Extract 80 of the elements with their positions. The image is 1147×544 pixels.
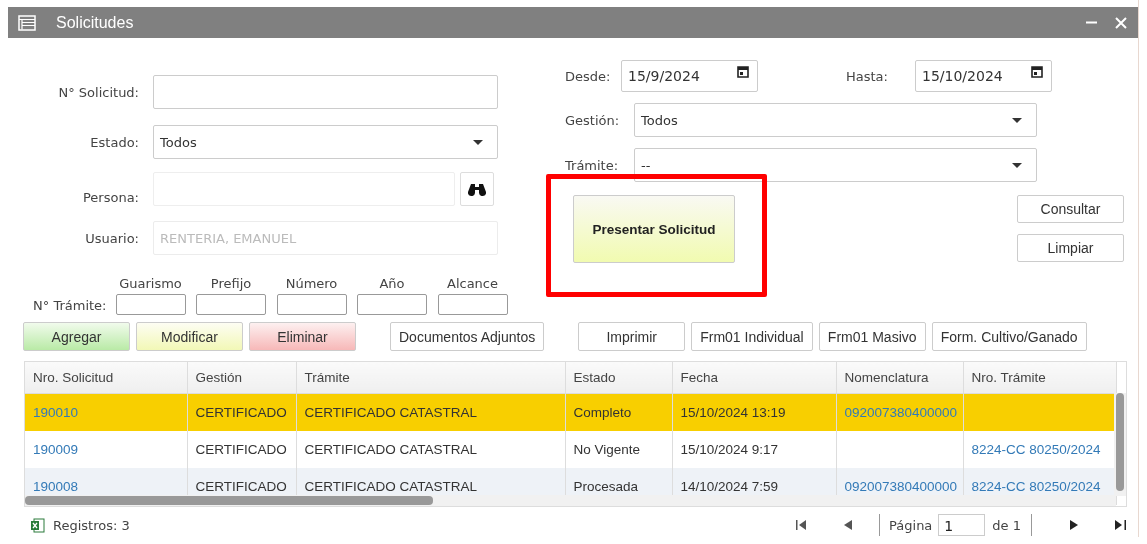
- table-cell: No Vigente: [573, 442, 641, 457]
- table-cell: CERTIFICADO CATASTRAL: [304, 479, 478, 494]
- table-cell: CERTIFICADO CATASTRAL: [304, 442, 478, 457]
- horizontal-scrollbar[interactable]: [25, 495, 1116, 506]
- table-cell: 15/10/2024 9:17: [680, 442, 779, 457]
- field-label: Alcance: [447, 276, 498, 291]
- field-label: Usuario:: [84, 230, 140, 246]
- estado-select[interactable]: Todos: [153, 125, 498, 159]
- vertical-scrollbar[interactable]: [1114, 393, 1126, 496]
- toolbar-button[interactable]: Documentos Adjuntos: [390, 322, 545, 351]
- field-label: Persona:: [81, 190, 140, 206]
- consultar-button[interactable]: Consultar: [1017, 195, 1124, 223]
- toolbar-button[interactable]: Frm01 Individual: [691, 322, 813, 351]
- input-field[interactable]: [437, 294, 508, 315]
- date-field[interactable]: 15/10/2024: [915, 60, 1052, 92]
- field-label: N° Solicitud:: [57, 84, 140, 100]
- field-label: Estado:: [89, 134, 140, 150]
- toolbar-button[interactable]: Modificar: [136, 322, 243, 351]
- gestion-select[interactable]: Todos: [634, 103, 1037, 137]
- table-cell: CERTIFICADO: [195, 405, 287, 420]
- input-field[interactable]: [115, 294, 186, 315]
- input-field[interactable]: [276, 294, 347, 315]
- previous-page-icon[interactable]: [843, 520, 853, 530]
- column-header[interactable]: Fecha: [672, 362, 836, 394]
- input-field[interactable]: [196, 294, 266, 315]
- table-cell: Completo: [573, 405, 632, 420]
- last-page-icon[interactable]: [1115, 520, 1127, 530]
- caret-icon: [473, 139, 483, 145]
- date-field[interactable]: 15/9/2024: [621, 60, 758, 92]
- first-page-icon[interactable]: [795, 520, 808, 530]
- column-header[interactable]: Gestión: [187, 362, 296, 394]
- table-cell: CERTIFICADO: [195, 479, 287, 494]
- next-page-icon[interactable]: [1070, 520, 1079, 530]
- list-icon: [18, 14, 36, 31]
- binoculars-icon: [468, 182, 486, 196]
- column-header[interactable]: Estado: [565, 362, 672, 394]
- excel-icon[interactable]: [30, 517, 45, 533]
- cell-link[interactable]: 8224-CC 80250/2024: [971, 442, 1101, 457]
- table-cell: 14/10/2024 7:59: [680, 479, 779, 494]
- field-label: Gestión:: [565, 112, 621, 128]
- cell-link[interactable]: 190008: [33, 479, 79, 494]
- page-label: Página: [889, 517, 933, 533]
- toolbar-button[interactable]: Frm01 Masivo: [818, 322, 926, 351]
- limpiar-button[interactable]: Limpiar: [1017, 234, 1124, 262]
- column-header[interactable]: Trámite: [296, 362, 565, 394]
- field-label: Año: [379, 276, 405, 291]
- presentar-button[interactable]: Presentar Solicitud: [573, 195, 735, 263]
- field-label: Trámite:: [565, 157, 620, 173]
- table-cell: CERTIFICADO: [195, 442, 287, 457]
- search-button[interactable]: [460, 172, 494, 206]
- caret-icon: [1012, 117, 1022, 123]
- window-title: Solicitudes: [56, 13, 134, 32]
- table-cell: Procesada: [573, 479, 639, 494]
- field-label: Guarismo: [119, 276, 182, 291]
- toolbar-button[interactable]: Form. Cultivo/Ganado: [931, 322, 1087, 351]
- column-header[interactable]: Nomenclatura: [836, 362, 963, 394]
- field-label: Número: [285, 276, 338, 291]
- input-field[interactable]: [357, 294, 427, 315]
- field-label: Desde:: [565, 68, 612, 84]
- caret-icon: [1012, 162, 1022, 168]
- toolbar-button[interactable]: Eliminar: [249, 322, 356, 351]
- field-label: Hasta:: [846, 68, 889, 84]
- calendar-icon[interactable]: [737, 65, 749, 78]
- page-total: de 1: [992, 517, 1021, 533]
- tramite-select[interactable]: --: [634, 148, 1037, 182]
- cell-link[interactable]: 190009: [33, 442, 79, 457]
- column-header[interactable]: Nro. Solicitud: [25, 362, 187, 394]
- page-field[interactable]: 1: [938, 514, 986, 536]
- close-icon[interactable]: [1115, 16, 1127, 29]
- field-label: Prefijo: [210, 276, 252, 291]
- table-cell: CERTIFICADO CATASTRAL: [304, 405, 478, 420]
- minimize-icon[interactable]: [1086, 21, 1097, 24]
- solicitud-field[interactable]: [153, 75, 498, 109]
- toolbar-button[interactable]: Agregar: [23, 322, 130, 351]
- column-header[interactable]: Nro. Trámite: [963, 362, 1116, 394]
- field-label: N° Trámite:: [32, 298, 108, 315]
- records-count: Registros: 3: [53, 517, 130, 533]
- calendar-icon[interactable]: [1031, 65, 1043, 78]
- table-cell: 15/10/2024 13:19: [680, 405, 786, 420]
- toolbar-button[interactable]: Imprimir: [578, 322, 686, 351]
